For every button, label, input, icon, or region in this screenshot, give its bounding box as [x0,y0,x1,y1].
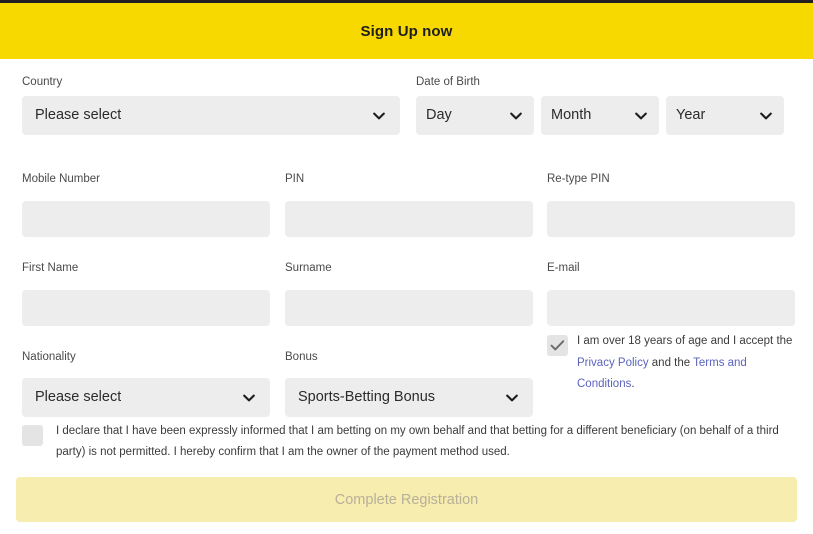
dob-month-select[interactable]: Month [541,96,659,135]
declaration-text: I declare that I have been expressly inf… [56,425,779,458]
bonus-select-value: Sports-Betting Bonus [298,389,436,405]
age-consent-checkbox[interactable] [547,335,568,356]
email-label: E-mail [547,262,580,274]
country-select-value: Please select [35,107,122,123]
chevron-down-icon [508,108,524,124]
retype-pin-label: Re-type PIN [547,173,610,185]
email-field[interactable] [547,290,795,326]
mobile-number-field[interactable] [22,201,270,237]
chevron-down-icon [633,108,649,124]
date-of-birth-label: Date of Birth [416,76,480,88]
dob-month-value: Month [551,107,592,123]
dob-day-select[interactable]: Day [416,96,534,135]
country-label: Country [22,76,63,88]
chevron-down-icon [241,390,257,406]
chevron-down-icon [504,390,520,406]
page-title: Sign Up now [360,22,453,40]
pin-input[interactable] [285,201,533,237]
nationality-select-value: Please select [35,389,122,405]
declaration-checkbox[interactable] [22,425,43,446]
retype-pin-input[interactable] [547,201,795,237]
age-consent-text-part-1: I am over 18 years of age and I accept t… [577,335,793,347]
retype-pin-field[interactable] [547,201,795,237]
complete-registration-button[interactable]: Complete Registration [16,477,797,522]
privacy-policy-link[interactable]: Privacy Policy [577,357,649,369]
nationality-label: Nationality [22,351,76,363]
dob-year-select[interactable]: Year [666,96,784,135]
surname-input[interactable] [285,290,533,326]
bonus-label: Bonus [285,351,318,363]
surname-field[interactable] [285,290,533,326]
first-name-field[interactable] [22,290,270,326]
first-name-label: First Name [22,262,79,274]
country-select[interactable]: Please select [22,96,400,135]
surname-label: Surname [285,262,332,274]
age-consent-text: I am over 18 years of age and I accept t… [577,331,795,396]
signup-header: Sign Up now [0,3,813,59]
signup-page: Sign Up now Country Please select Date o… [0,0,813,534]
bonus-select[interactable]: Sports-Betting Bonus [285,378,533,417]
email-input[interactable] [547,290,795,326]
age-consent-text-part-3: . [631,378,635,390]
dob-day-value: Day [426,107,452,123]
first-name-input[interactable] [22,290,270,326]
pin-label: PIN [285,173,305,185]
chevron-down-icon [371,108,387,124]
form-footer: Complete Registration [0,474,813,534]
mobile-number-label: Mobile Number [22,173,100,185]
dob-year-value: Year [676,107,706,123]
signup-form: Country Please select Date of Birth Day … [0,59,813,474]
mobile-number-input[interactable] [22,201,270,237]
age-consent-text-part-2: and the [648,356,694,369]
pin-field[interactable] [285,201,533,237]
chevron-down-icon [758,108,774,124]
nationality-select[interactable]: Please select [22,378,270,417]
checkmark-icon [550,340,565,351]
